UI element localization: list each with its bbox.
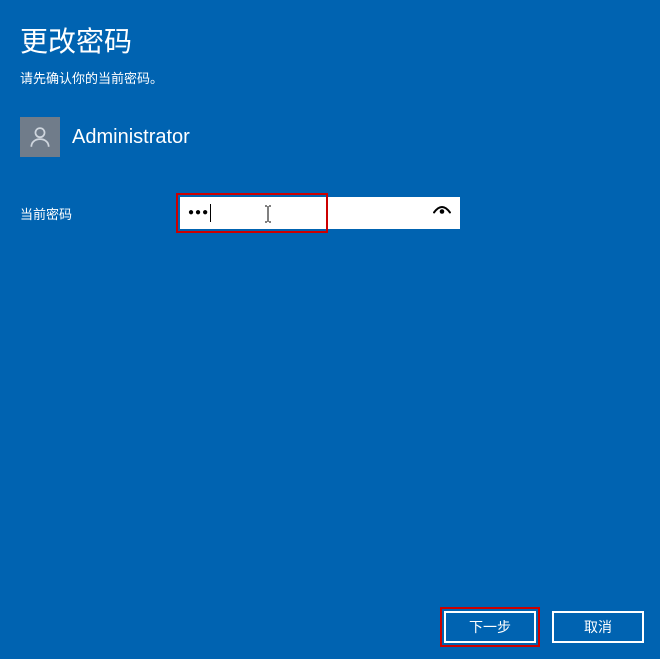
next-button[interactable]: 下一步 <box>444 611 536 643</box>
user-row: Administrator <box>20 117 640 157</box>
user-icon <box>27 124 53 150</box>
footer-buttons: 下一步 取消 <box>444 611 644 643</box>
password-field-row: 当前密码 ●●● <box>20 197 640 229</box>
password-label: 当前密码 <box>20 204 170 223</box>
page-title: 更改密码 <box>20 20 640 60</box>
password-value-masked: ●●● <box>180 197 209 229</box>
password-input[interactable]: ●●● <box>180 197 460 229</box>
ibeam-cursor-icon <box>262 205 274 228</box>
reveal-password-icon[interactable] <box>432 204 452 223</box>
cancel-button[interactable]: 取消 <box>552 611 644 643</box>
page-subtitle: 请先确认你的当前密码。 <box>20 68 640 87</box>
username-label: Administrator <box>72 126 190 149</box>
text-caret <box>210 204 211 222</box>
avatar <box>20 117 60 157</box>
